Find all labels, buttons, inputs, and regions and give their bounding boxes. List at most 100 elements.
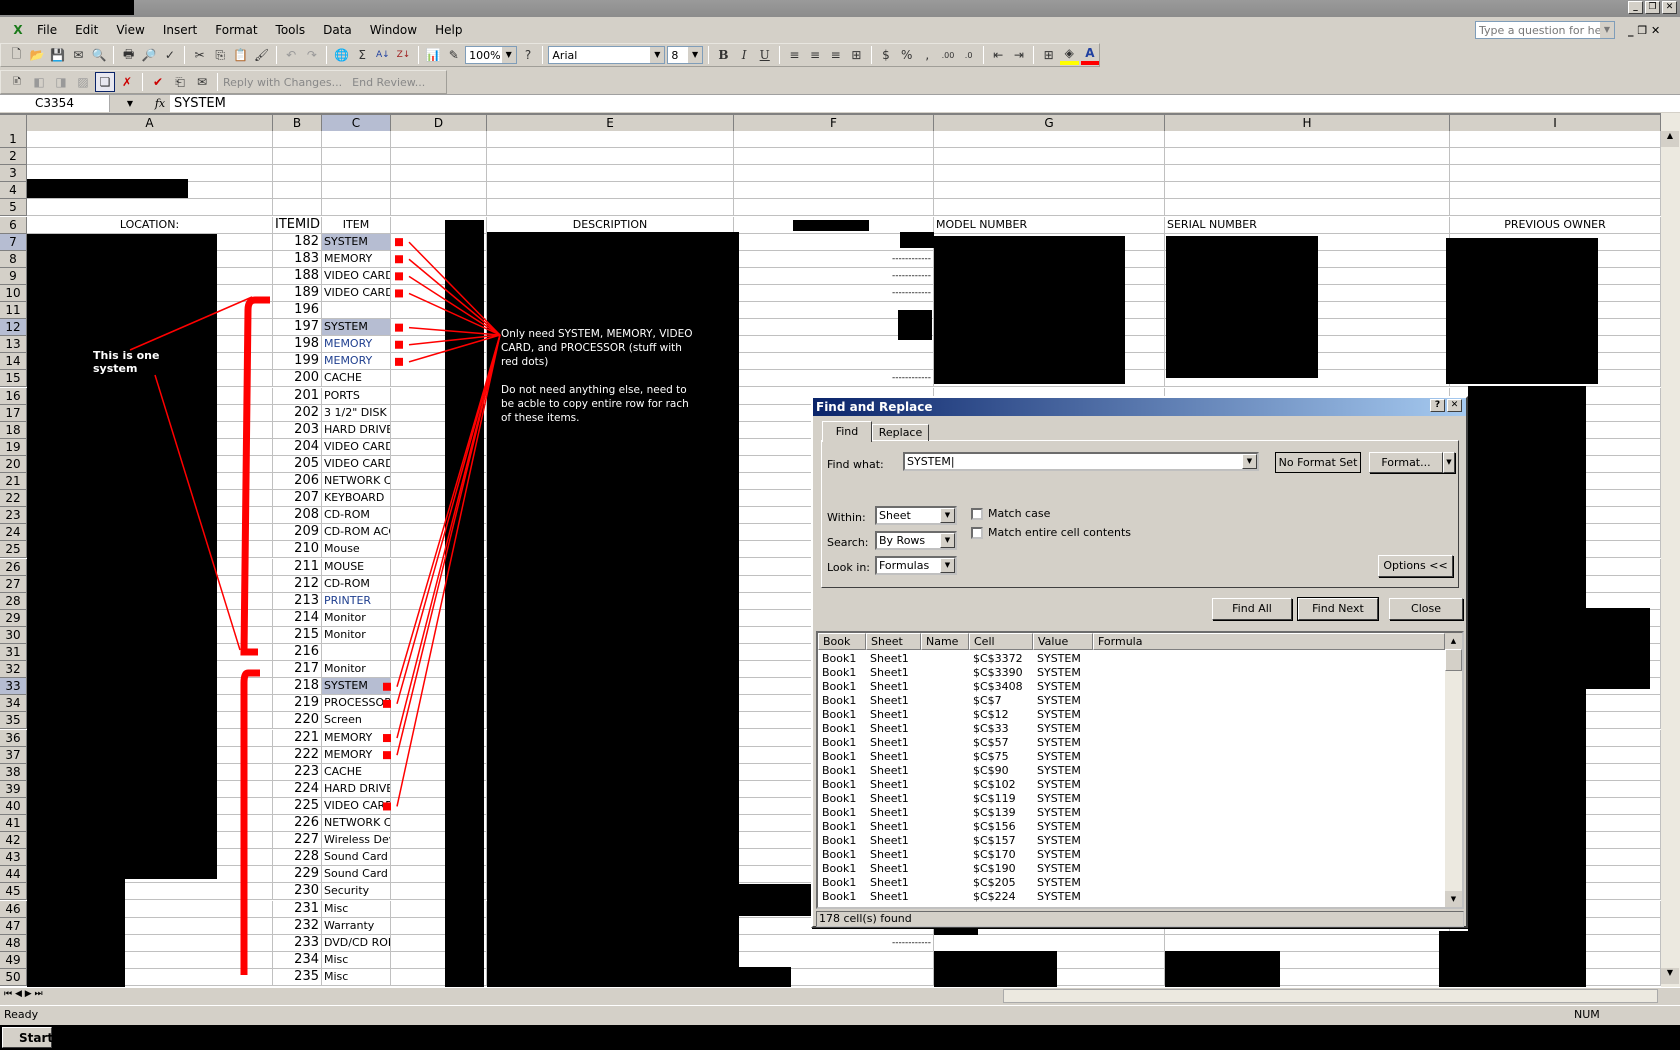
cell[interactable] <box>273 165 322 183</box>
row-header[interactable]: 28 <box>0 592 27 610</box>
itemid-cell[interactable]: 189 <box>273 284 322 302</box>
results-list[interactable]: Book Sheet Name Cell Value Formula Book1… <box>816 631 1464 909</box>
row-header[interactable]: 5 <box>0 199 27 217</box>
item-cell[interactable]: Mouse <box>322 541 391 559</box>
cell[interactable] <box>934 182 1165 200</box>
header-item[interactable]: ITEM <box>322 216 391 234</box>
itemid-cell[interactable]: 201 <box>273 387 322 405</box>
cell[interactable] <box>734 131 934 149</box>
column-header-i[interactable]: I <box>1450 115 1661 132</box>
sort-ascending-icon[interactable]: A↓ <box>374 45 393 65</box>
save-icon[interactable]: 💾 <box>48 45 67 65</box>
row-header[interactable]: 48 <box>0 934 27 952</box>
menu-insert[interactable]: Insert <box>154 23 206 37</box>
chevron-down-icon[interactable]: ▼ <box>1600 22 1614 38</box>
result-row[interactable]: Book1 Sheet1 $C$57 SYSTEM <box>818 736 1438 750</box>
cell[interactable] <box>487 148 734 166</box>
cell[interactable] <box>322 131 391 149</box>
find-what-input[interactable]: SYSTEM| ▼ <box>903 452 1259 471</box>
itemid-cell[interactable]: 206 <box>273 473 322 491</box>
itemid-cell[interactable]: 209 <box>273 524 322 542</box>
cell[interactable] <box>1450 199 1661 217</box>
menu-tools[interactable]: Tools <box>267 23 315 37</box>
menu-view[interactable]: View <box>107 23 153 37</box>
itemid-cell[interactable]: 229 <box>273 866 322 884</box>
itemid-cell[interactable]: 225 <box>273 797 322 815</box>
result-row[interactable]: Book1 Sheet1 $C$90 SYSTEM <box>818 764 1438 778</box>
result-row[interactable]: Book1 Sheet1 $C$33 SYSTEM <box>818 722 1438 736</box>
end-review-button[interactable]: End Review... <box>352 76 425 89</box>
horizontal-scrollbar[interactable] <box>1003 989 1658 1003</box>
new-icon[interactable]: 🗋 <box>7 45 26 65</box>
menu-data[interactable]: Data <box>314 23 361 37</box>
itemid-cell[interactable]: 197 <box>273 319 322 337</box>
itemid-cell[interactable]: 215 <box>273 626 322 644</box>
result-row[interactable]: Book1 Sheet1 $C$102 SYSTEM <box>818 778 1438 792</box>
row-header[interactable]: 26 <box>0 558 27 576</box>
row-header[interactable]: 25 <box>0 541 27 559</box>
sort-descending-icon[interactable]: Z↓ <box>394 45 413 65</box>
itemid-cell[interactable]: 188 <box>273 267 322 285</box>
close-button[interactable]: ✕ <box>1662 1 1677 14</box>
hyperlink-icon[interactable]: 🌐 <box>332 45 351 65</box>
help-question-input[interactable]: Type a question for help ▼ <box>1475 21 1615 39</box>
col-book[interactable]: Book <box>818 633 866 650</box>
cell[interactable] <box>934 165 1165 183</box>
no-format-set-button[interactable]: No Format Set <box>1275 452 1361 473</box>
item-cell[interactable] <box>322 302 391 320</box>
row-header[interactable]: 38 <box>0 763 27 781</box>
underline-icon[interactable]: U <box>755 45 774 65</box>
column-header-g[interactable]: G <box>934 115 1165 132</box>
options-button[interactable]: Options << <box>1378 555 1453 577</box>
cell[interactable] <box>1165 148 1450 166</box>
item-cell[interactable]: HARD DRIVE <box>322 780 391 798</box>
column-header-a[interactable]: A <box>27 115 273 132</box>
cell[interactable] <box>1450 182 1661 200</box>
row-header[interactable]: 20 <box>0 455 27 473</box>
row-header[interactable]: 18 <box>0 421 27 439</box>
row-header[interactable]: 23 <box>0 507 27 525</box>
row-header[interactable]: 47 <box>0 917 27 935</box>
dash-cell[interactable]: ------------ <box>734 267 934 285</box>
column-header-f[interactable]: F <box>734 115 934 132</box>
row-header[interactable]: 9 <box>0 267 27 285</box>
item-cell[interactable]: PROCESSOR <box>322 695 391 713</box>
column-header-b[interactable]: B <box>273 115 322 132</box>
dash-cell[interactable]: ------------ <box>734 284 934 302</box>
item-cell[interactable]: Sound Card <box>322 866 391 884</box>
send-mail-icon[interactable]: ✉ <box>192 72 212 92</box>
help-icon[interactable]: ? <box>519 45 538 65</box>
row-header[interactable]: 42 <box>0 832 27 850</box>
next-comment-icon[interactable]: ◨ <box>51 72 71 92</box>
tab-find[interactable]: Find <box>822 421 872 442</box>
result-row[interactable]: Book1 Sheet1 $C$119 SYSTEM <box>818 792 1438 806</box>
row-header[interactable]: 24 <box>0 524 27 542</box>
item-cell[interactable]: CD-ROM <box>322 575 391 593</box>
row-header[interactable]: 37 <box>0 746 27 764</box>
select-all[interactable] <box>0 115 27 132</box>
col-sheet[interactable]: Sheet <box>866 633 921 650</box>
row-header[interactable]: 41 <box>0 815 27 833</box>
cell[interactable] <box>1165 131 1450 149</box>
cell[interactable] <box>273 182 322 200</box>
itemid-cell[interactable]: 224 <box>273 780 322 798</box>
itemid-cell[interactable]: 220 <box>273 712 322 730</box>
menu-window[interactable]: Window <box>361 23 426 37</box>
itemid-cell[interactable]: 211 <box>273 558 322 576</box>
row-header[interactable]: 14 <box>0 353 27 371</box>
row-header[interactable]: 16 <box>0 387 27 405</box>
header-previous_owner[interactable]: PREVIOUS OWNER <box>1450 216 1661 234</box>
row-header[interactable]: 27 <box>0 575 27 593</box>
result-row[interactable]: Book1 Sheet1 $C$157 SYSTEM <box>818 834 1438 848</box>
autosum-icon[interactable]: Σ <box>353 45 372 65</box>
cell[interactable] <box>391 165 487 183</box>
item-cell[interactable]: SYSTEM <box>322 678 391 696</box>
comma-icon[interactable]: , <box>918 45 937 65</box>
chart-wizard-icon[interactable]: 📊 <box>424 45 443 65</box>
result-row[interactable]: Book1 Sheet1 $C$12 SYSTEM <box>818 708 1438 722</box>
find-next-button[interactable]: Find Next <box>1297 597 1379 621</box>
sheet-nav-arrows[interactable]: ⏮ ◀ ▶ ⏭ <box>4 989 43 999</box>
undo-icon[interactable]: ↶ <box>282 45 301 65</box>
item-cell[interactable]: VIDEO CARD <box>322 438 391 456</box>
redo-icon[interactable]: ↷ <box>303 45 322 65</box>
